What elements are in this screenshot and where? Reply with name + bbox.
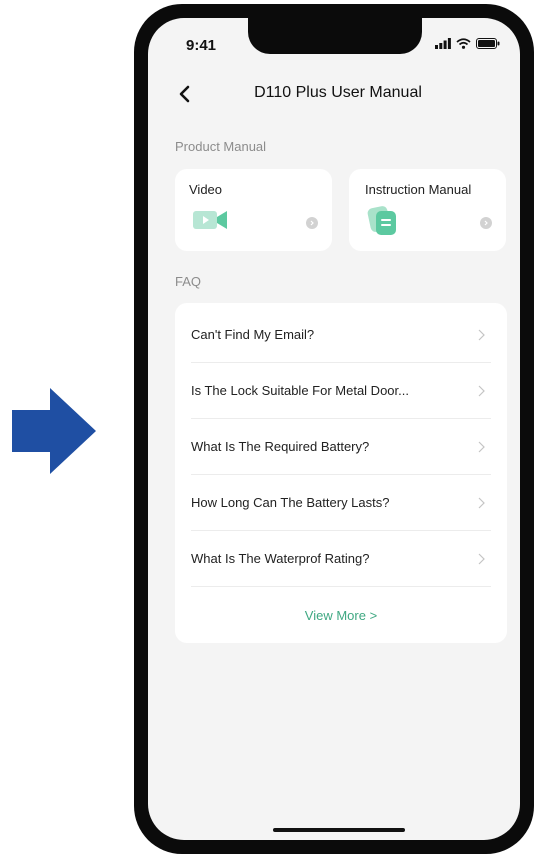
document-icon [367, 206, 396, 235]
chevron-right-icon [478, 385, 485, 397]
view-more-link[interactable]: View More > [175, 608, 507, 623]
faq-item-label: How Long Can The Battery Lasts? [191, 495, 390, 510]
status-time: 9:41 [186, 37, 217, 54]
instruction-manual-label: Instruction Manual [365, 182, 472, 197]
page-title: D110 Plus User Manual [254, 84, 422, 101]
chevron-right-icon [478, 553, 485, 565]
manual-arrow-icon [480, 217, 492, 229]
faq-item-label: What Is The Required Battery? [191, 439, 370, 454]
faq-item-label: Can't Find My Email? [191, 327, 315, 342]
chevron-right-icon [478, 441, 485, 453]
faq-item-label: Is The Lock Suitable For Metal Door... [191, 383, 409, 398]
right-arrow-icon [12, 388, 96, 474]
home-indicator [273, 828, 405, 832]
signal-icon [435, 38, 451, 49]
faq-item[interactable]: What Is The Required Battery? [191, 419, 491, 475]
video-card[interactable]: Video [175, 169, 332, 251]
faq-item[interactable]: Is The Lock Suitable For Metal Door... [191, 363, 491, 419]
product-manual-heading: Product Manual [175, 139, 267, 154]
chevron-right-icon [478, 329, 485, 341]
faq-item-label: What Is The Waterprof Rating? [191, 551, 370, 566]
faq-heading: FAQ [175, 274, 202, 289]
wifi-icon [456, 38, 471, 49]
phone-notch [248, 18, 422, 54]
chevron-right-icon [478, 497, 485, 509]
video-arrow-icon [306, 217, 318, 229]
instruction-manual-card[interactable]: Instruction Manual [349, 169, 506, 251]
nav-bar: D110 Plus User Manual [148, 80, 520, 110]
faq-list: Can't Find My Email? Is The Lock Suitabl… [175, 303, 507, 643]
faq-item[interactable]: Can't Find My Email? [191, 307, 491, 363]
faq-item[interactable]: What Is The Waterprof Rating? [191, 531, 491, 587]
status-icons [435, 38, 500, 49]
battery-icon [476, 38, 500, 49]
faq-item[interactable]: How Long Can The Battery Lasts? [191, 475, 491, 531]
phone-frame: 9:41 D110 Plus User Manual Product Manua… [134, 4, 534, 854]
app-screen: 9:41 D110 Plus User Manual Product Manua… [148, 18, 520, 840]
video-card-label: Video [189, 182, 223, 197]
video-camera-icon [193, 211, 227, 229]
